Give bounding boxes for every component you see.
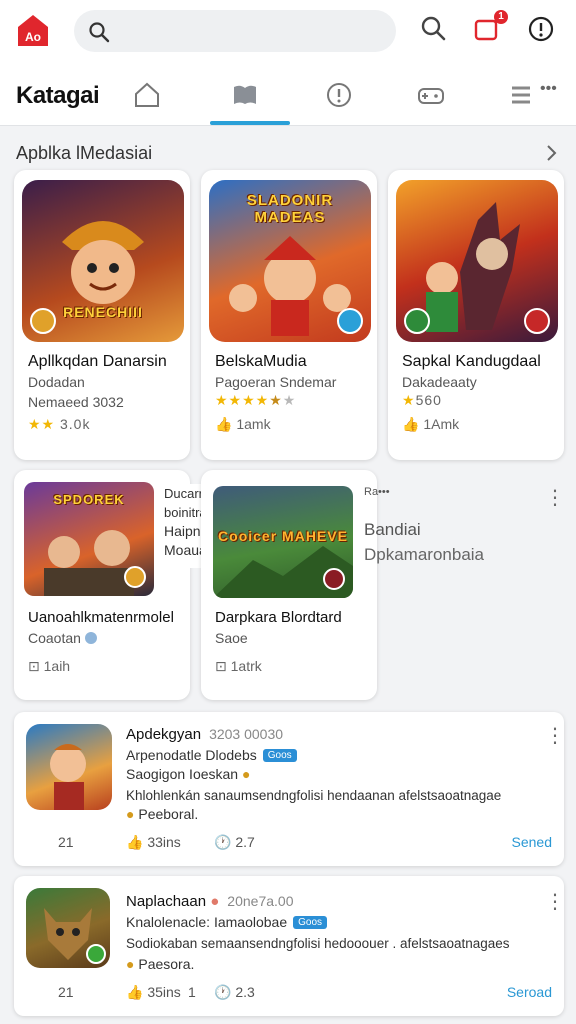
- app-thumbnail: SPDOREK: [24, 482, 154, 596]
- star-rating: ★560: [402, 392, 442, 408]
- app-thumbnail: [396, 180, 558, 342]
- featured-app-card[interactable]: Sapkal Kandugdaal Dakadeaaty ★560 👍 1Amk: [388, 170, 564, 460]
- gamepad-icon[interactable]: [416, 80, 446, 110]
- app-icon: [26, 724, 112, 810]
- app-developer: Dodadan: [28, 374, 85, 390]
- search-icon[interactable]: [418, 14, 450, 46]
- app-title: Sapkal Kandugdaal: [402, 353, 541, 370]
- home-icon[interactable]: [132, 80, 162, 110]
- rating-count: 560: [415, 392, 442, 408]
- crest-badge-icon: [323, 568, 345, 590]
- thumbnail-title: Cooicer MAHEVE: [218, 528, 348, 544]
- extra-count: 1: [188, 984, 196, 1000]
- app-thumbnail: SLADONIR MADEAS: [209, 180, 371, 342]
- more-options-button[interactable]: ⋮: [545, 726, 565, 746]
- list-subtitle: Knalolenacle: Iamaolobae Goos: [126, 914, 328, 930]
- category-nav: Katagai •••: [0, 66, 576, 126]
- send-link[interactable]: Sened: [512, 834, 552, 850]
- notification-box-icon[interactable]: 1: [472, 10, 508, 46]
- section-title: Apblka lMedasiai: [16, 143, 153, 163]
- notification-badge: 1: [494, 10, 508, 24]
- book-icon[interactable]: [230, 80, 260, 110]
- more-options-button[interactable]: ⋮: [545, 488, 565, 508]
- app-developer: Saoe: [215, 630, 248, 646]
- list-line: Saogigon Ioeskan ●: [126, 766, 251, 782]
- thumbnail-title: SLADONIR MADEAS: [246, 192, 334, 226]
- app-title: Uanoahlkmatenrmolel: [28, 609, 174, 626]
- shield-badge-icon: [404, 308, 430, 334]
- side-small-label: Ra•••: [364, 486, 390, 498]
- list-description: Khlohlenkán sanaumsendngfolisi hendaanan…: [126, 788, 502, 803]
- shield-badge-icon: [30, 308, 56, 334]
- app-developer: Coaotan: [28, 630, 97, 646]
- chevron-right-icon[interactable]: [544, 144, 560, 167]
- like-count[interactable]: 👍 35ins: [126, 984, 181, 1001]
- top-bar: Ao 1: [0, 0, 576, 66]
- app-icon: [26, 888, 110, 968]
- app-thumbnail: RENECHIII: [22, 180, 184, 342]
- list-description-2: ● Peeboral.: [126, 806, 199, 822]
- alert-circle-icon[interactable]: [324, 80, 354, 110]
- crest-badge-icon: [524, 308, 550, 334]
- download-count: ⊡ 1aih: [28, 658, 71, 674]
- item-count: 21: [58, 834, 74, 850]
- download-count: ⊡ 1atrk: [215, 658, 262, 674]
- like-count: 👍 1Amk: [402, 416, 460, 432]
- search-input[interactable]: [74, 10, 396, 52]
- menu-icon[interactable]: [508, 80, 538, 110]
- app-thumbnail: Cooicer MAHEVE: [213, 486, 353, 598]
- store-logo-icon[interactable]: Ao: [14, 12, 52, 50]
- svg-text:Ao: Ao: [25, 30, 41, 44]
- list-title: Apdekgyan 3203 00030: [126, 726, 284, 743]
- list-title: Naplachaan ● 20ne7a.00: [126, 893, 294, 910]
- coin-badge-icon: [124, 566, 146, 588]
- star-rating: ★★★★★★: [215, 392, 297, 408]
- comment-count[interactable]: 🕐 2.7: [214, 834, 255, 851]
- check-badge-icon: [337, 308, 363, 334]
- side-label-sub: Dpkamaronbaia: [364, 545, 485, 564]
- list-description-2: ● Paesora.: [126, 956, 195, 972]
- app-title: BelskaMudia: [215, 353, 307, 370]
- check-badge-icon: [86, 944, 106, 964]
- side-label-title: Bandiai: [364, 520, 421, 539]
- app-release: Nemaeed 3032: [28, 394, 124, 410]
- active-tab-indicator: [210, 121, 290, 125]
- list-subtitle: Arpenodatle Dlodebs Goos: [126, 747, 297, 763]
- app-developer: Dakadeaaty: [402, 374, 477, 390]
- category-chip[interactable]: Goos: [262, 749, 297, 762]
- info-circle-icon[interactable]: [526, 14, 558, 46]
- like-count: 👍 1amk: [215, 416, 271, 432]
- list-description: Sodiokaban semaansendngfolisi hedooouer …: [126, 936, 510, 951]
- more-menu-button[interactable]: •••: [540, 80, 557, 98]
- page-title: Katagai: [16, 82, 100, 109]
- featured-app-card[interactable]: RENECHIII Apllkqdan Danarsin Dodadan Nem…: [14, 170, 190, 460]
- list-item[interactable]: Apdekgyan 3203 00030 Arpenodatle Dlodebs G…: [14, 712, 565, 866]
- search-icon: [88, 21, 110, 48]
- comment-count[interactable]: 🕐 2.3: [214, 984, 255, 1001]
- more-options-button[interactable]: ⋮: [545, 892, 565, 912]
- thumbnail-title: SPDOREK: [53, 492, 125, 507]
- app-title: Apllkqdan Danarsin: [28, 353, 167, 370]
- item-count: 21: [58, 984, 74, 1000]
- category-chip[interactable]: Goos: [293, 916, 328, 929]
- app-card[interactable]: Cooicer MAHEVE Darpkara Blordtard Saoe ⊡…: [201, 470, 377, 700]
- like-count[interactable]: 👍 33ins: [126, 834, 181, 851]
- featured-app-card[interactable]: SLADONIR MADEAS BelskaMudia Pagoeran Snd…: [201, 170, 377, 460]
- list-item[interactable]: Naplachaan ● 20ne7a.00 Knalolenacle: Iama…: [14, 876, 565, 1016]
- app-title: Darpkara Blordtard: [215, 609, 342, 626]
- app-developer: Pagoeran Sndemar: [215, 374, 337, 390]
- rating-count: 3.0k: [60, 416, 91, 432]
- send-link[interactable]: Seroad: [507, 984, 552, 1000]
- star-rating: ★★ 3.0k: [28, 416, 91, 432]
